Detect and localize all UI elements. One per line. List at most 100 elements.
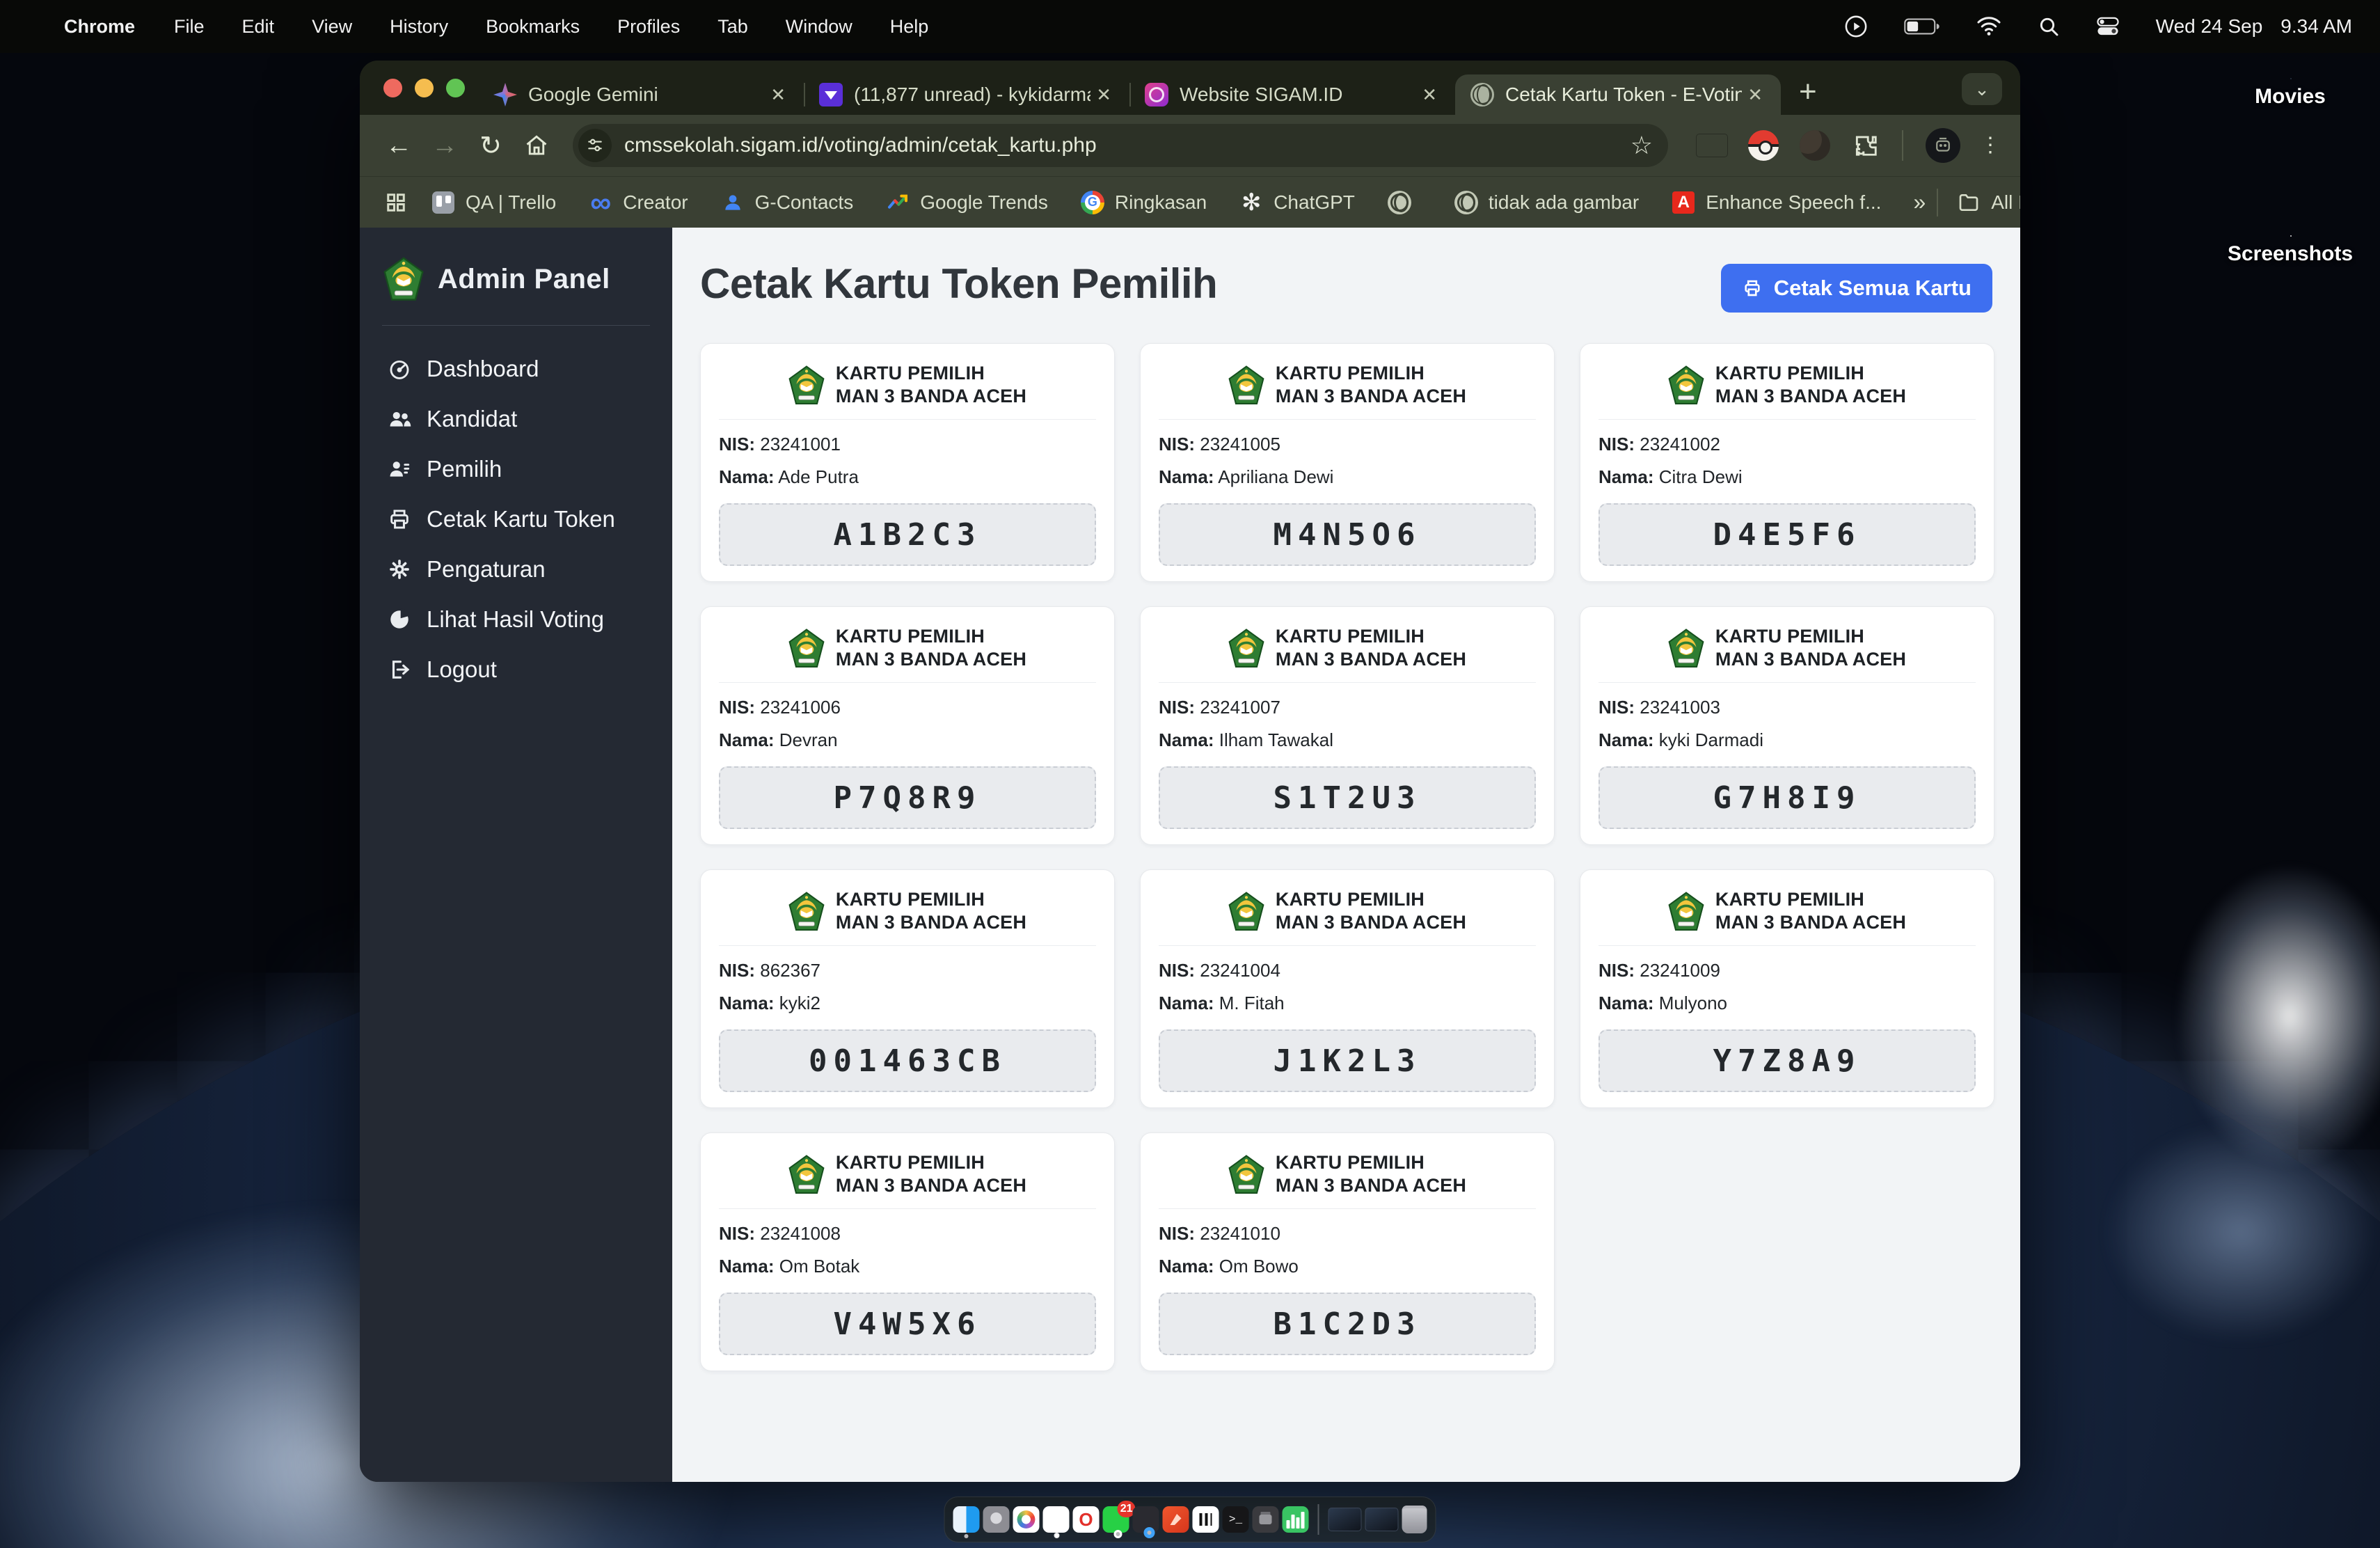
wifi-icon[interactable] xyxy=(1976,17,2001,36)
dock-photo-booth[interactable] xyxy=(1253,1506,1279,1533)
address-bar[interactable]: cmssekolah.sigam.id/voting/admin/cetak_k… xyxy=(573,124,1668,167)
sidebar-item-lihat-hasil-voting[interactable]: Lihat Hasil Voting xyxy=(381,594,651,645)
card-heading: KARTU PEMILIH MAN 3 BANDA ACEH xyxy=(836,888,1026,934)
dock-opera[interactable] xyxy=(1073,1506,1100,1533)
tab-search-chevron-button[interactable]: ⌄ xyxy=(1962,73,2002,105)
minimize-window-button[interactable] xyxy=(415,79,434,97)
kemenag-logo xyxy=(788,1155,825,1194)
bookmark-star-icon[interactable]: ☆ xyxy=(1631,131,1653,160)
mail-icon xyxy=(819,83,843,106)
dock-terminal[interactable]: >_ xyxy=(1223,1506,1249,1533)
control-center-icon[interactable] xyxy=(2096,16,2120,37)
voter-card: KARTU PEMILIH MAN 3 BANDA ACEH NIS: 2324… xyxy=(1580,869,1994,1108)
menu-window[interactable]: Window xyxy=(786,16,852,38)
pie-chart-icon xyxy=(388,608,411,631)
tab-google-gemini[interactable]: Google Gemini ✕ xyxy=(478,74,804,115)
extension-pokeball-icon[interactable] xyxy=(1746,128,1781,163)
menu-app-name[interactable]: Chrome xyxy=(64,16,135,38)
bookmark-qa-trello[interactable]: QA | Trello xyxy=(431,190,556,215)
token-code: M4N5O6 xyxy=(1159,503,1536,566)
menu-help[interactable]: Help xyxy=(890,16,929,38)
dock-system-settings[interactable] xyxy=(983,1506,1010,1533)
sidebar-item-cetak-kartu-token[interactable]: Cetak Kartu Token xyxy=(381,494,651,544)
tab-cetak-kartu-token-active[interactable]: Cetak Kartu Token - E-Voting ✕ xyxy=(1455,74,1781,115)
tab-website-sigam[interactable]: Website SIGAM.ID ✕ xyxy=(1129,74,1455,115)
dock-minimized-window-1[interactable] xyxy=(1328,1508,1362,1531)
dock-capcut[interactable] xyxy=(1193,1506,1219,1533)
card-heading: KARTU PEMILIH MAN 3 BANDA ACEH xyxy=(1276,625,1466,671)
dock-minimized-window-2[interactable] xyxy=(1365,1508,1399,1531)
desktop-icon-screenshots[interactable]: Screenshots xyxy=(2224,235,2356,266)
all-bookmarks-button[interactable]: All Bookmarks xyxy=(1956,190,2020,215)
bookmark-enhance-speech[interactable]: AEnhance Speech f... xyxy=(1671,190,1881,215)
bookmark-google-trends[interactable]: Google Trends xyxy=(885,190,1048,215)
card-nama-line: Nama: Mulyono xyxy=(1598,993,1976,1014)
tab-close-icon[interactable]: ✕ xyxy=(1742,84,1768,106)
extension-dark-mode-moon-icon[interactable] xyxy=(1798,128,1832,163)
dock-finder[interactable] xyxy=(953,1506,980,1533)
battery-icon[interactable] xyxy=(1904,17,1940,35)
menu-tab[interactable]: Tab xyxy=(717,16,748,38)
sidebar-item-dashboard[interactable]: Dashboard xyxy=(381,344,651,394)
gear-icon xyxy=(388,558,411,581)
profile-avatar[interactable] xyxy=(1926,128,1960,163)
bookmark-ringkasan[interactable]: GRingkasan xyxy=(1080,190,1207,215)
close-window-button[interactable] xyxy=(383,79,402,97)
back-button[interactable]: ← xyxy=(379,126,418,165)
reload-button[interactable]: ↻ xyxy=(471,126,510,165)
extensions-puzzle-icon[interactable] xyxy=(1849,128,1884,163)
desktop-icon-movies[interactable]: Movies xyxy=(2224,78,2356,109)
bookmark-globe[interactable] xyxy=(1387,190,1422,215)
print-all-cards-button[interactable]: Cetak Semua Kartu xyxy=(1721,264,1992,313)
globe-icon xyxy=(1388,191,1411,214)
apps-grid-icon[interactable] xyxy=(383,190,408,215)
users-icon xyxy=(388,407,411,431)
card-heading: KARTU PEMILIH MAN 3 BANDA ACEH xyxy=(836,625,1026,671)
dock-whatsapp[interactable]: 21 xyxy=(1103,1506,1129,1533)
bookmark-creator[interactable]: ∞Creator xyxy=(588,190,688,215)
sidebar-item-pemilih[interactable]: Pemilih xyxy=(381,444,651,494)
dock-photos[interactable] xyxy=(1013,1506,1040,1533)
gemini-icon xyxy=(493,83,517,106)
menu-profiles[interactable]: Profiles xyxy=(617,16,680,38)
menu-bookmarks[interactable]: Bookmarks xyxy=(486,16,580,38)
bookmark-chatgpt[interactable]: ✻ChatGPT xyxy=(1239,190,1355,215)
voter-cards-grid: KARTU PEMILIH MAN 3 BANDA ACEH NIS: 2324… xyxy=(700,343,1992,1371)
kemenag-logo xyxy=(1228,1155,1264,1194)
contact-icon xyxy=(722,191,744,214)
card-nis-line: NIS: 862367 xyxy=(719,960,1096,981)
menu-file[interactable]: File xyxy=(174,16,205,38)
tab-mail-unread[interactable]: (11,877 unread) - kykidarmad ✕ xyxy=(804,74,1129,115)
menu-history[interactable]: History xyxy=(390,16,448,38)
bookmark-tidak-ada-gambar[interactable]: tidak ada gambar xyxy=(1454,190,1639,215)
search-icon[interactable] xyxy=(2038,15,2060,38)
extension-indonesia-flag-icon[interactable] xyxy=(1695,128,1729,163)
menu-time[interactable]: 9.34 AM xyxy=(2280,15,2352,38)
menu-edit[interactable]: Edit xyxy=(242,16,275,38)
tab-close-icon[interactable]: ✕ xyxy=(765,84,791,106)
dock-trash[interactable] xyxy=(1402,1506,1427,1533)
chrome-menu-kebab-icon[interactable]: ⋮ xyxy=(1980,141,2001,150)
menu-date[interactable]: Wed 24 Sep xyxy=(2156,15,2263,38)
token-code: B1C2D3 xyxy=(1159,1293,1536,1355)
dock-chart-app[interactable] xyxy=(1283,1506,1309,1533)
sidebar-item-logout[interactable]: Logout xyxy=(381,645,651,695)
dock-chrome[interactable] xyxy=(1043,1506,1070,1533)
bookmarks-overflow-chevron[interactable]: » xyxy=(1913,189,1926,215)
url-text[interactable]: cmssekolah.sigam.id/voting/admin/cetak_k… xyxy=(624,134,1631,157)
sidebar-item-pengaturan[interactable]: Pengaturan xyxy=(381,544,651,594)
play-circle-icon[interactable] xyxy=(1844,15,1868,38)
bookmark-g-contacts[interactable]: G-Contacts xyxy=(720,190,854,215)
tab-close-icon[interactable]: ✕ xyxy=(1416,84,1443,106)
home-button[interactable] xyxy=(517,126,556,165)
menu-view[interactable]: View xyxy=(312,16,352,38)
new-tab-button[interactable]: + xyxy=(1799,74,1817,109)
dock-premiere-rush[interactable] xyxy=(1163,1506,1189,1533)
tab-close-icon[interactable]: ✕ xyxy=(1090,84,1117,106)
forward-button[interactable]: → xyxy=(425,126,464,165)
voter-card: KARTU PEMILIH MAN 3 BANDA ACEH NIS: 2324… xyxy=(1140,869,1555,1108)
zoom-window-button[interactable] xyxy=(446,79,465,97)
site-settings-icon[interactable] xyxy=(578,129,612,162)
sidebar-item-kandidat[interactable]: Kandidat xyxy=(381,394,651,444)
dock-quicktime[interactable] xyxy=(1133,1506,1159,1533)
